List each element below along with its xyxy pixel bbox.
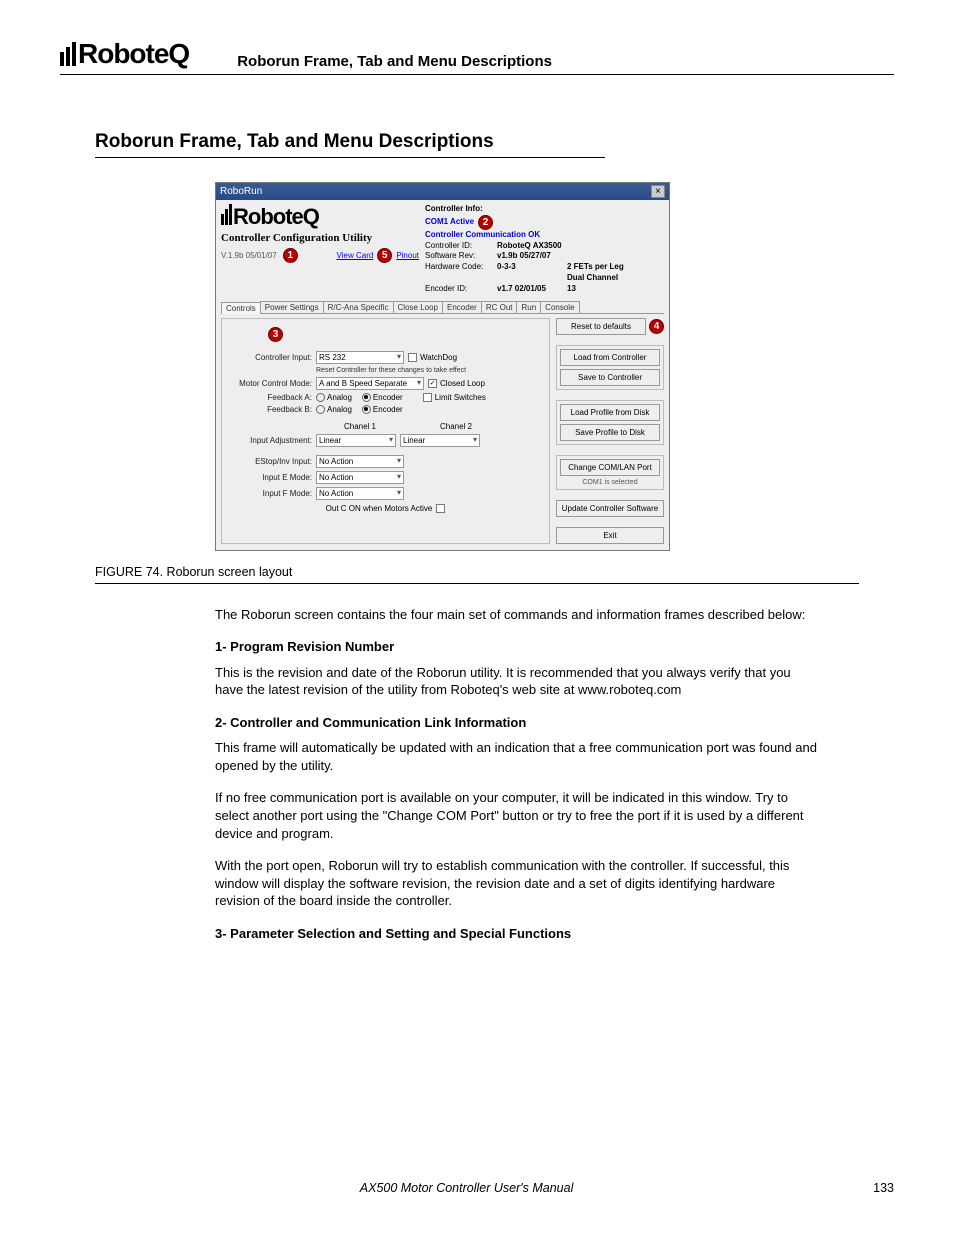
motor-mode-select[interactable]: A and B Speed Separate <box>316 377 424 390</box>
window-titlebar: RoboRun × <box>216 183 669 200</box>
input-f-mode-select[interactable]: No Action <box>316 487 404 500</box>
motor-mode-label: Motor Control Mode: <box>228 379 312 388</box>
out-c-label: Out C ON when Motors Active <box>326 504 433 513</box>
controller-info-panel: Controller Info: COM1 Active 2 Controlle… <box>425 204 664 295</box>
chanel2-header: Chanel 2 <box>412 422 500 431</box>
update-controller-button[interactable]: Update Controller Software <box>556 500 664 517</box>
tab-strip: Controls Power Settings R/C-Ana Specific… <box>221 301 664 314</box>
callout-4: 4 <box>649 319 664 334</box>
controller-input-label: Controller Input: <box>228 353 312 362</box>
page-header: RoboteQ Roborun Frame, Tab and Menu Desc… <box>60 38 894 75</box>
chanel1-header: Chanel 1 <box>316 422 404 431</box>
paragraph-1: This is the revision and date of the Rob… <box>215 664 819 699</box>
callout-1: 1 <box>283 248 298 263</box>
out-c-checkbox[interactable] <box>436 504 445 513</box>
tab-close-loop[interactable]: Close Loop <box>393 301 443 313</box>
version-text: V.1.9b 05/01/07 <box>221 251 277 260</box>
input-adjustment-label: Input Adjustment: <box>228 436 312 445</box>
controls-panel: 3 Controller Input: RS 232 WatchDog Rese… <box>221 318 550 544</box>
body-text: The Roborun screen contains the four mai… <box>215 606 819 943</box>
feedback-a-analog-radio[interactable]: Analog <box>316 393 352 402</box>
page-number: 133 <box>873 1181 894 1195</box>
estop-select[interactable]: No Action <box>316 455 404 468</box>
feedback-a-encoder-radio[interactable]: Encoder <box>362 393 403 402</box>
paragraph-2c: With the port open, Roborun will try to … <box>215 857 819 910</box>
reset-defaults-button[interactable]: Reset to defaults <box>556 318 646 335</box>
input-e-mode-label: Input E Mode: <box>228 473 312 482</box>
figure-rule <box>95 583 859 584</box>
feedback-b-analog-radio[interactable]: Analog <box>316 405 352 414</box>
close-icon[interactable]: × <box>651 185 665 198</box>
tab-encoder[interactable]: Encoder <box>442 301 482 313</box>
brand-text: RoboteQ <box>78 38 189 70</box>
exit-button[interactable]: Exit <box>556 527 664 544</box>
com-selected-text: COM1 is selected <box>560 479 660 486</box>
feedback-b-label: Feedback B: <box>228 405 312 414</box>
screenshot-figure: RoboRun × RoboteQ Controller Configurati… <box>215 182 675 551</box>
input-f-mode-label: Input F Mode: <box>228 489 312 498</box>
header-links: View Card 5 Pinout <box>337 248 419 263</box>
callout-5: 5 <box>377 248 392 263</box>
tab-rc-ana[interactable]: R/C-Ana Specific <box>323 301 394 313</box>
info-heading: Controller Info: <box>425 204 664 215</box>
footer-title: AX500 Motor Controller User's Manual <box>360 1181 574 1195</box>
figure-caption: FIGURE 74. Roborun screen layout <box>95 565 894 579</box>
reset-note: Reset Controller for these changes to ta… <box>316 367 543 374</box>
input-adj-ch1-select[interactable]: Linear <box>316 434 396 447</box>
utility-label: Controller Configuration Utility <box>221 232 419 244</box>
save-profile-button[interactable]: Save Profile to Disk <box>560 424 660 441</box>
callout-2: 2 <box>478 215 493 230</box>
view-card-link[interactable]: View Card <box>337 251 374 260</box>
tab-run[interactable]: Run <box>516 301 541 313</box>
window-title: RoboRun <box>220 186 262 197</box>
input-e-mode-select[interactable]: No Action <box>316 471 404 484</box>
heading-1: 1- Program Revision Number <box>215 638 819 656</box>
pinout-link[interactable]: Pinout <box>396 251 419 260</box>
feedback-b-encoder-radio[interactable]: Encoder <box>362 405 403 414</box>
heading-2: 2- Controller and Communication Link Inf… <box>215 714 819 732</box>
callout-3: 3 <box>268 327 283 342</box>
paragraph-2b: If no free communication port is availab… <box>215 789 819 842</box>
tab-rc-out[interactable]: RC Out <box>481 301 518 313</box>
feedback-a-label: Feedback A: <box>228 393 312 402</box>
load-profile-button[interactable]: Load Profile from Disk <box>560 404 660 421</box>
intro-paragraph: The Roborun screen contains the four mai… <box>215 606 819 624</box>
watchdog-checkbox[interactable]: WatchDog <box>408 353 457 362</box>
tab-controls[interactable]: Controls <box>221 302 261 314</box>
header-title: Roborun Frame, Tab and Menu Descriptions <box>237 53 552 70</box>
closed-loop-checkbox[interactable]: ✓Closed Loop <box>428 379 485 388</box>
comm-status: Controller Communication OK <box>425 230 664 241</box>
com-active: COM1 Active <box>425 217 474 228</box>
paragraph-2a: This frame will automatically be updated… <box>215 739 819 774</box>
app-logo: RoboteQ <box>221 204 419 230</box>
app-window: RoboRun × RoboteQ Controller Configurati… <box>215 182 670 551</box>
actions-panel: Reset to defaults 4 Load from Controller… <box>556 318 664 544</box>
tab-console[interactable]: Console <box>540 301 579 313</box>
brand-logo: RoboteQ <box>60 38 189 70</box>
controller-input-select[interactable]: RS 232 <box>316 351 404 364</box>
page-footer: AX500 Motor Controller User's Manual 133 <box>60 1181 894 1195</box>
change-com-port-button[interactable]: Change COM/LAN Port <box>560 459 660 476</box>
estop-label: EStop/Inv Input: <box>228 457 312 466</box>
section-title: Roborun Frame, Tab and Menu Descriptions <box>95 131 605 158</box>
heading-3: 3- Parameter Selection and Setting and S… <box>215 925 819 943</box>
tab-power-settings[interactable]: Power Settings <box>260 301 324 313</box>
limit-switches-checkbox[interactable]: Limit Switches <box>423 393 486 402</box>
app-header-left: RoboteQ Controller Configuration Utility… <box>221 204 419 295</box>
load-from-controller-button[interactable]: Load from Controller <box>560 349 660 366</box>
input-adj-ch2-select[interactable]: Linear <box>400 434 480 447</box>
save-to-controller-button[interactable]: Save to Controller <box>560 369 660 386</box>
